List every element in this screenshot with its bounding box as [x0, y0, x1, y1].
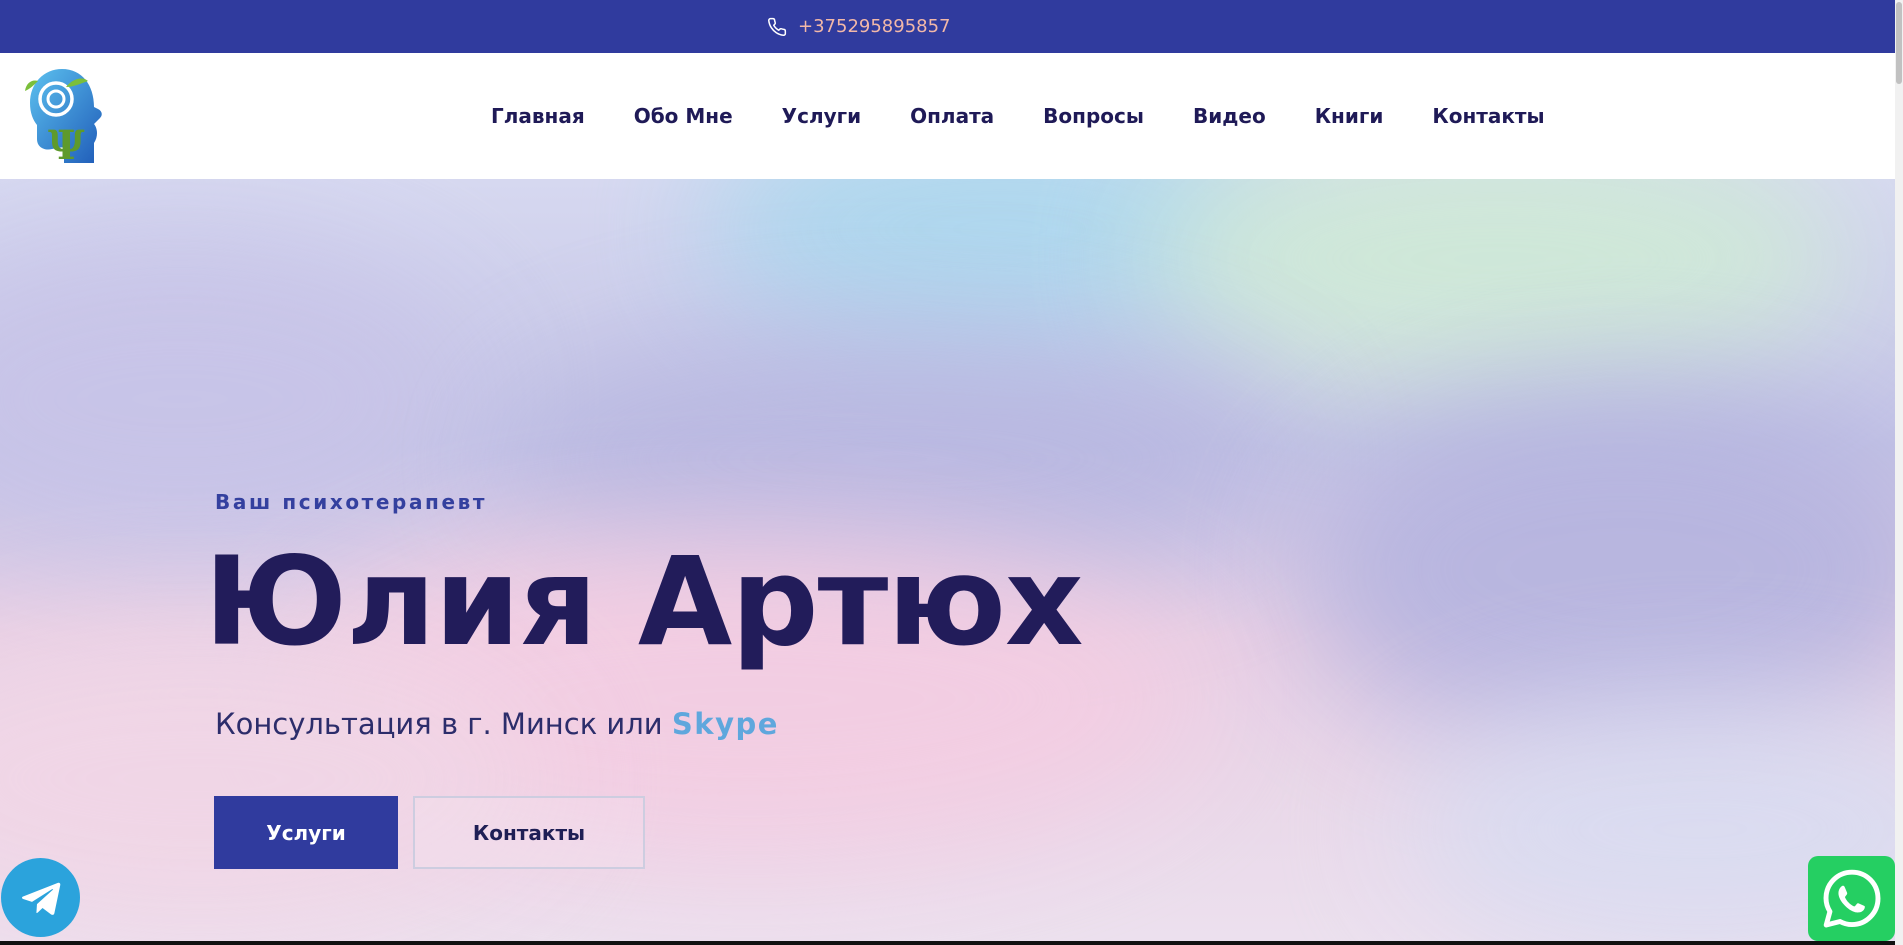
contacts-button[interactable]: Контакты: [413, 796, 645, 869]
nav-item-books[interactable]: Книги: [1315, 104, 1384, 128]
nav-item-payment[interactable]: Оплата: [910, 104, 994, 128]
hero-section: Ваш психотерапевт Юлия Артюх Консультаци…: [0, 179, 1895, 941]
nav-item-about[interactable]: Обо Мне: [634, 104, 733, 128]
telegram-icon: [21, 882, 60, 915]
services-button[interactable]: Услуги: [214, 796, 398, 869]
nav-item-services[interactable]: Услуги: [782, 104, 861, 128]
top-bar: +375295895857: [0, 0, 1895, 53]
hero-content: Ваш психотерапевт Юлия Артюх Консультаци…: [0, 179, 1895, 941]
site-header: Ψ Главная Обо Мне Услуги Оплата Вопросы …: [0, 53, 1895, 179]
nav-item-video[interactable]: Видео: [1193, 104, 1266, 128]
whatsapp-icon: [1823, 869, 1880, 927]
site-logo[interactable]: Ψ: [22, 67, 106, 169]
page-scrollbar[interactable]: [1895, 0, 1903, 945]
hero-subtitle: Консультация в г. Минск или Skype: [215, 707, 779, 741]
hero-eyebrow: Ваш психотерапевт: [215, 490, 488, 514]
phone-icon: [768, 17, 787, 36]
svg-text:Ψ: Ψ: [48, 122, 85, 165]
main-nav: Главная Обо Мне Услуги Оплата Вопросы Ви…: [491, 53, 1545, 179]
telegram-button[interactable]: [1, 858, 80, 937]
whatsapp-button[interactable]: [1808, 856, 1895, 941]
hero-subtitle-accent: Skype: [671, 707, 779, 741]
nav-item-home[interactable]: Главная: [491, 104, 585, 128]
phone-number[interactable]: +375295895857: [798, 16, 951, 37]
nav-item-questions[interactable]: Вопросы: [1043, 104, 1144, 128]
hero-subtitle-text: Консультация в г. Минск или: [215, 707, 672, 741]
psychology-head-logo: Ψ: [25, 69, 102, 169]
nav-item-contacts[interactable]: Контакты: [1432, 104, 1544, 128]
phone-link[interactable]: +375295895857: [767, 0, 951, 53]
hero-title: Юлия Артюх: [204, 531, 1084, 673]
scrollbar-thumb[interactable]: [1896, 2, 1902, 84]
viewport-bottom-edge: [0, 941, 1895, 945]
